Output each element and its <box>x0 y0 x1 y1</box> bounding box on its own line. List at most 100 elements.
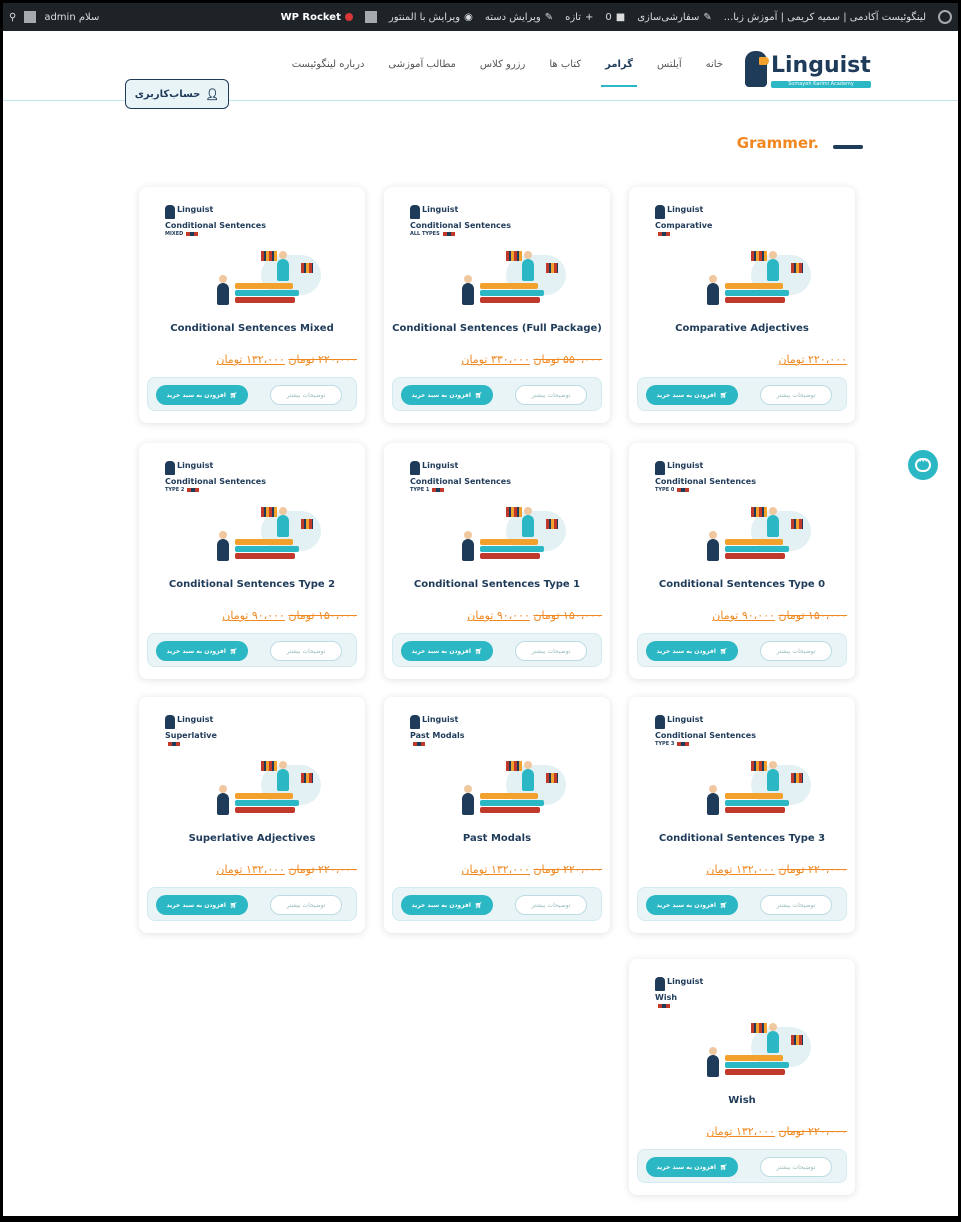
product-thumbnail[interactable]: Linguist Past Modals <box>406 711 588 823</box>
product-card[interactable]: Linguist Conditional Sentences TYPE 1 Co… <box>384 443 610 679</box>
product-title[interactable]: Superlative Adjectives <box>139 833 365 844</box>
chat-button[interactable] <box>908 450 938 480</box>
old-price: ۲۲۰،۰۰۰ تومان <box>778 863 847 876</box>
thumbnail-logo-word: Linguist <box>422 461 459 470</box>
nav-grammar[interactable]: گرامر <box>601 59 637 87</box>
product-card[interactable]: Linguist Wish Wish ۲۲۰،۰۰۰ تومان ۱۳۲،۰۰۰… <box>629 959 855 1195</box>
product-title[interactable]: Conditional Sentences Type 1 <box>384 579 610 590</box>
thumbnail-subtitle-text: MIXED <box>165 231 184 237</box>
product-title[interactable]: Wish <box>629 1095 855 1106</box>
product-title[interactable]: Conditional Sentences Type 2 <box>139 579 365 590</box>
product-thumbnail[interactable]: Linguist Conditional Sentences ALL TYPES <box>406 201 588 313</box>
admin-bar-comments[interactable]: ■ 0 <box>605 12 625 23</box>
person-head-icon <box>279 251 287 259</box>
add-to-cart-label: افزودن به سبد خرید <box>411 391 471 399</box>
nav-book-class[interactable]: رزرو کلاس <box>480 59 525 79</box>
product-thumbnail[interactable]: Linguist Comparative <box>651 201 833 313</box>
product-card[interactable]: Linguist Conditional Sentences TYPE 3 Co… <box>629 697 855 933</box>
account-button[interactable]: 👤︎ حساب‌کاربری <box>125 79 229 109</box>
more-info-button[interactable]: توضیحات بیشتر <box>270 641 342 661</box>
product-thumbnail[interactable]: Linguist Conditional Sentences TYPE 2 <box>161 457 343 569</box>
person-head-icon <box>709 1047 717 1055</box>
person-icon <box>462 539 474 561</box>
more-info-label: توضیحات بیشتر <box>776 391 816 399</box>
add-to-cart-button[interactable]: 🛒︎ افزودن به سبد خرید <box>401 385 493 405</box>
linguist-logo-icon <box>410 205 420 219</box>
nav-books[interactable]: کتاب ها <box>549 59 581 79</box>
admin-bar-new[interactable]: + تازه <box>565 12 593 23</box>
product-thumbnail[interactable]: Linguist Wish <box>651 973 833 1085</box>
product-title[interactable]: Conditional Sentences Type 3 <box>629 833 855 844</box>
product-thumbnail[interactable]: Linguist Conditional Sentences TYPE 1 <box>406 457 588 569</box>
add-to-cart-button[interactable]: 🛒︎ افزودن به سبد خرید <box>156 895 248 915</box>
admin-bar-account[interactable]: سلام admin ⚲ <box>9 11 99 23</box>
wordpress-logo-icon[interactable] <box>938 10 952 24</box>
admin-bar-edit-category[interactable]: ✎ ویرایش دسته <box>485 12 553 23</box>
person-head-icon <box>219 275 227 283</box>
product-card[interactable]: Linguist Superlative Superlative Adjecti… <box>139 697 365 933</box>
add-to-cart-button[interactable]: 🛒︎ افزودن به سبد خرید <box>646 641 738 661</box>
more-info-button[interactable]: توضیحات بیشتر <box>515 385 587 405</box>
card-actions: توضیحات بیشتر 🛒︎ افزودن به سبد خرید <box>147 633 357 667</box>
add-to-cart-button[interactable]: 🛒︎ افزودن به سبد خرید <box>156 385 248 405</box>
bookshelf-icon <box>261 507 277 517</box>
comment-icon: ■ <box>615 11 626 23</box>
product-thumbnail[interactable]: Linguist Conditional Sentences TYPE 0 <box>651 457 833 569</box>
more-info-button[interactable]: توضیحات بیشتر <box>515 641 587 661</box>
admin-bar-edit-elementor[interactable]: ◉ ویرایش با المنتور <box>389 12 473 23</box>
product-card[interactable]: Linguist Comparative Comparative Adjecti… <box>629 187 855 423</box>
plus-icon: + <box>585 11 594 23</box>
product-title[interactable]: Conditional Sentences (Full Package) <box>384 323 610 334</box>
illustration-image <box>691 245 811 311</box>
nav-home[interactable]: خانه <box>706 59 723 79</box>
linguist-logo-icon <box>165 461 175 475</box>
more-info-label: توضیحات بیشتر <box>531 647 571 655</box>
add-to-cart-button[interactable]: 🛒︎ افزودن به سبد خرید <box>401 641 493 661</box>
nav-ielts[interactable]: آیلتس <box>657 59 682 79</box>
nav-articles[interactable]: مطالب آموزشی <box>388 59 456 79</box>
sale-price: ۳۳۰،۰۰۰ تومان <box>461 353 530 366</box>
sale-price: ۹۰،۰۰۰ تومان <box>712 609 775 622</box>
product-card[interactable]: Linguist Conditional Sentences ALL TYPES… <box>384 187 610 423</box>
admin-bar-customize[interactable]: ✎ سفارشی‌سازی <box>637 12 712 23</box>
more-info-button[interactable]: توضیحات بیشتر <box>270 895 342 915</box>
thumbnail-topic: Past Modals <box>410 731 465 740</box>
illustration-image <box>691 501 811 567</box>
more-info-button[interactable]: توضیحات بیشتر <box>270 385 342 405</box>
illustration-image <box>691 755 811 821</box>
illustration-image <box>446 755 566 821</box>
add-to-cart-button[interactable]: 🛒︎ افزودن به سبد خرید <box>401 895 493 915</box>
admin-bar-plugin-icon[interactable] <box>364 11 377 23</box>
more-info-button[interactable]: توضیحات بیشتر <box>760 895 832 915</box>
product-title[interactable]: Comparative Adjectives <box>629 323 855 334</box>
admin-bar-site-name[interactable]: لینگوئیست آکادمی | سمیه کریمی | آموزش زب… <box>724 12 926 23</box>
site-logo[interactable]: Linguist Somayeh Karimi Academy <box>745 51 875 95</box>
linguist-logo-icon <box>165 205 175 219</box>
product-card[interactable]: Linguist Conditional Sentences MIXED Con… <box>139 187 365 423</box>
product-thumbnail[interactable]: Linguist Superlative <box>161 711 343 823</box>
admin-bar-wp-rocket[interactable]: WP Rocket <box>281 12 353 23</box>
more-info-button[interactable]: توضیحات بیشتر <box>515 895 587 915</box>
more-info-button[interactable]: توضیحات بیشتر <box>760 641 832 661</box>
add-to-cart-button[interactable]: 🛒︎ افزودن به سبد خرید <box>156 641 248 661</box>
add-to-cart-button[interactable]: 🛒︎ افزودن به سبد خرید <box>646 385 738 405</box>
comments-count: 0 <box>605 11 612 23</box>
add-to-cart-button[interactable]: 🛒︎ افزودن به سبد خرید <box>646 895 738 915</box>
product-thumbnail[interactable]: Linguist Conditional Sentences TYPE 3 <box>651 711 833 823</box>
search-icon[interactable]: ⚲ <box>9 12 16 23</box>
nav-about[interactable]: درباره لینگوئیست <box>292 59 365 79</box>
add-to-cart-label: افزودن به سبد خرید <box>411 901 471 909</box>
product-title[interactable]: Conditional Sentences Type 0 <box>629 579 855 590</box>
more-info-button[interactable]: توضیحات بیشتر <box>760 385 832 405</box>
product-title[interactable]: Past Modals <box>384 833 610 844</box>
wp-admin-bar: لینگوئیست آکادمی | سمیه کریمی | آموزش زب… <box>3 3 958 31</box>
product-thumbnail[interactable]: Linguist Conditional Sentences MIXED <box>161 201 343 313</box>
product-title[interactable]: Conditional Sentences Mixed <box>139 323 365 334</box>
card-actions: توضیحات بیشتر 🛒︎ افزودن به سبد خرید <box>392 633 602 667</box>
add-to-cart-button[interactable]: 🛒︎ افزودن به سبد خرید <box>646 1157 738 1177</box>
product-card[interactable]: Linguist Conditional Sentences TYPE 2 Co… <box>139 443 365 679</box>
product-card[interactable]: Linguist Past Modals Past Modals ۲۲۰،۰۰۰… <box>384 697 610 933</box>
old-price: ۲۲۰،۰۰۰ تومان <box>533 863 602 876</box>
more-info-button[interactable]: توضیحات بیشتر <box>760 1157 832 1177</box>
product-card[interactable]: Linguist Conditional Sentences TYPE 0 Co… <box>629 443 855 679</box>
